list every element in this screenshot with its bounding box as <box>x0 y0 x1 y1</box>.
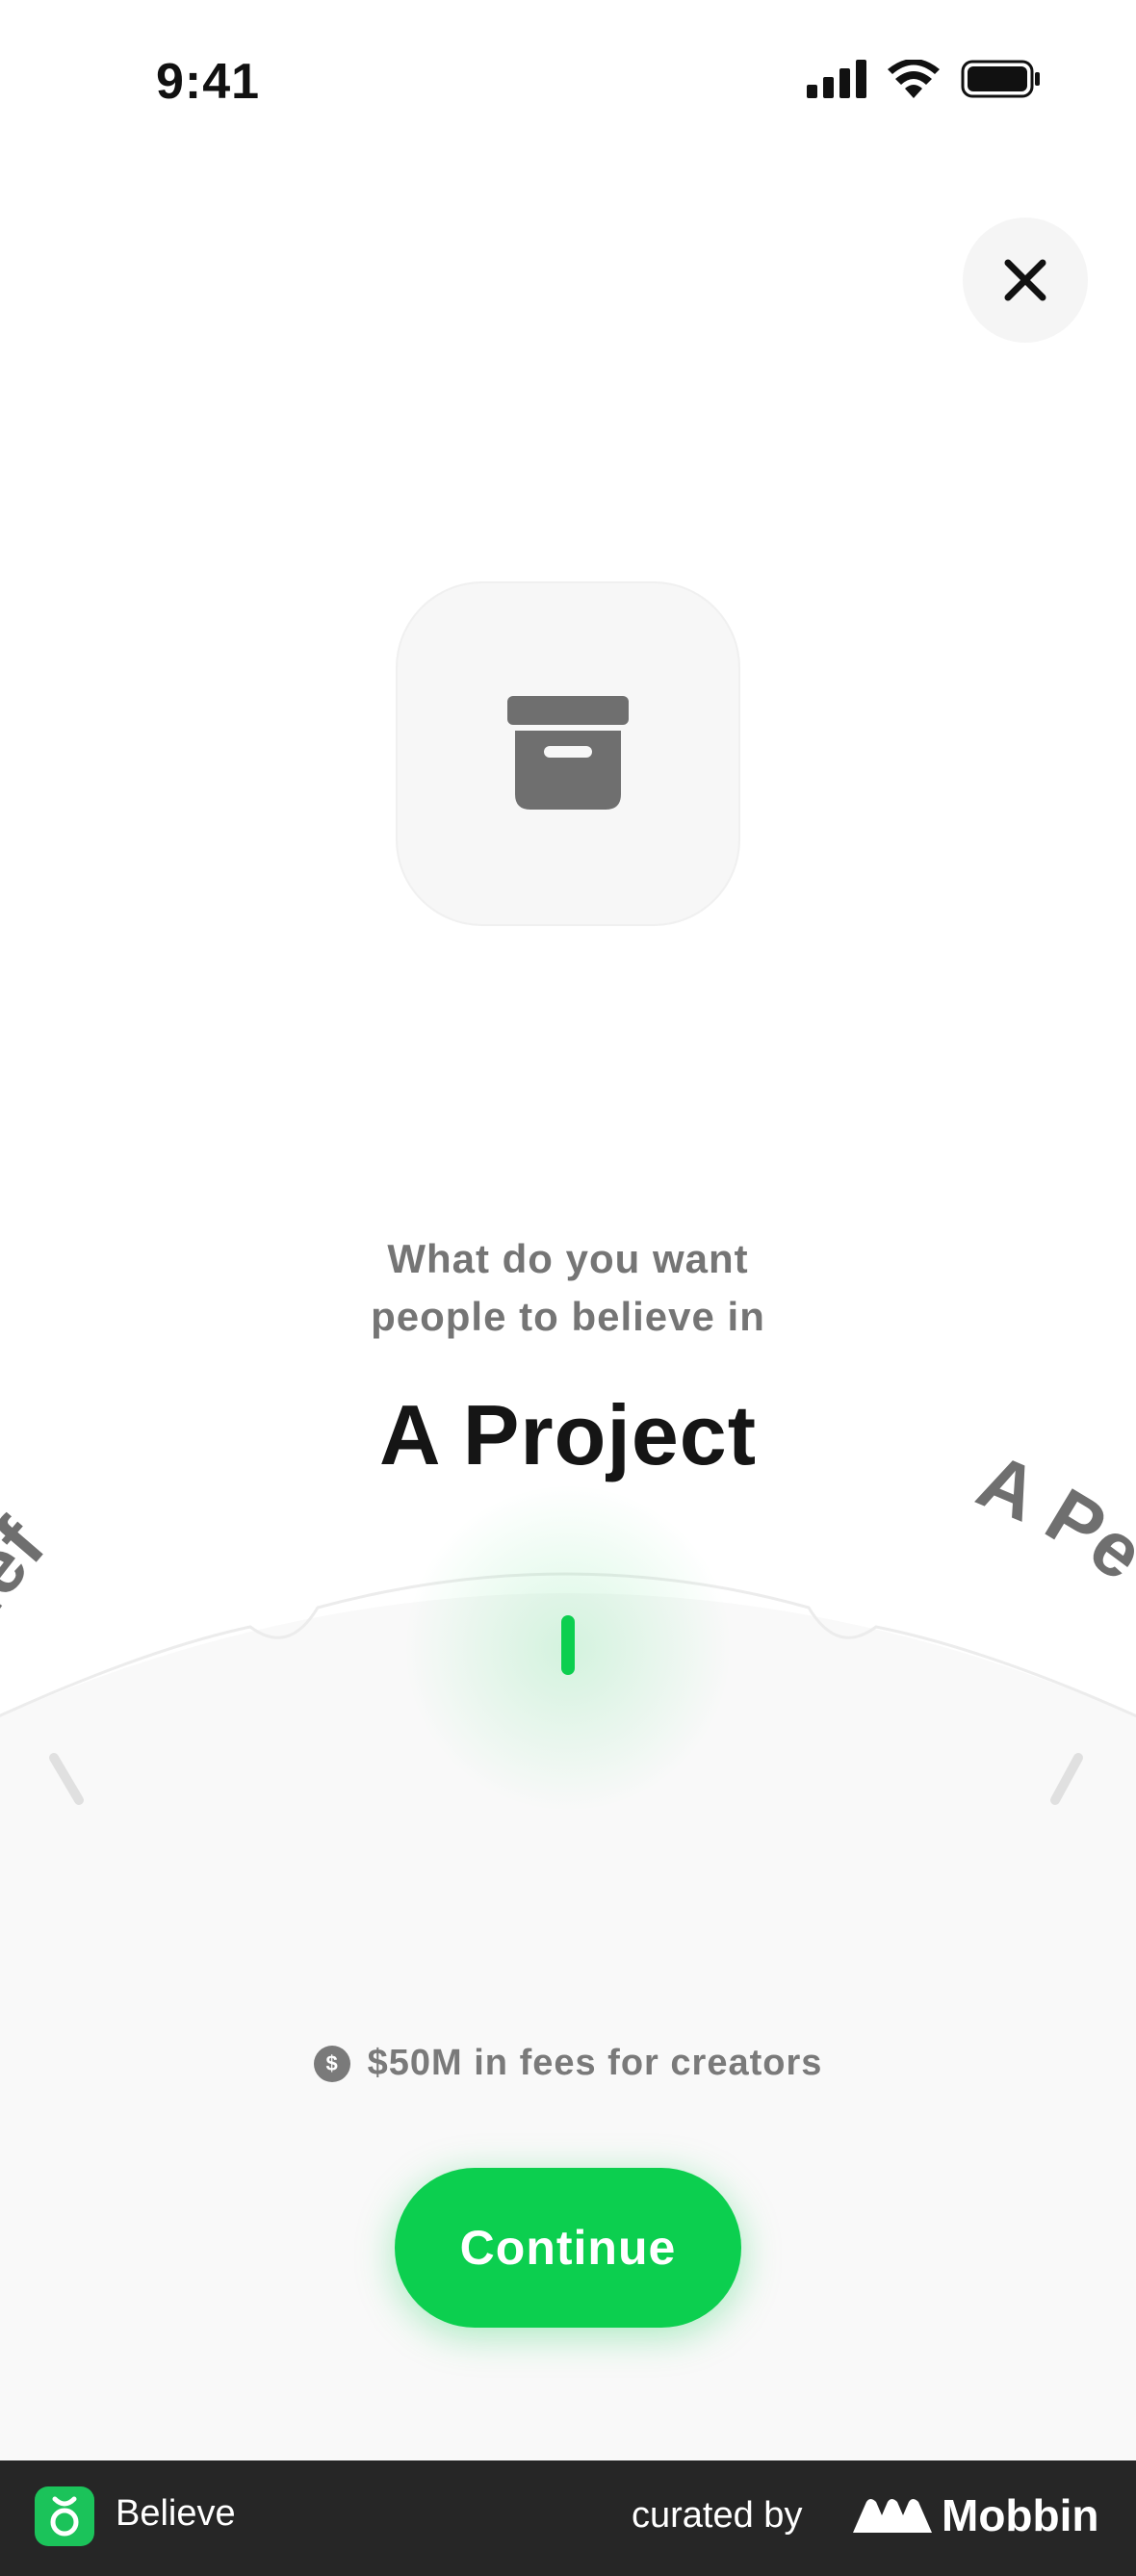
onboarding-screen: 9:41 What do you want people to believe … <box>0 0 1136 2576</box>
believe-app-icon <box>35 2486 94 2546</box>
mobbin-brand[interactable]: Mobbin <box>853 2489 1099 2541</box>
dollar-coin-icon: $ <box>313 2045 350 2082</box>
wheel-selected-option: A Project <box>378 1387 758 1482</box>
footer-curated-label: curated by <box>632 2495 803 2536</box>
wheel-option-left[interactable]: lief <box>0 1503 61 1645</box>
believe-logo-icon <box>50 2496 79 2537</box>
footer-app-name: Believe <box>116 2493 236 2534</box>
continue-button[interactable]: Continue <box>395 2168 741 2328</box>
fees-text: $50M in fees for creators <box>367 2043 823 2083</box>
fees-note: $ $50M in fees for creators <box>0 2043 1136 2084</box>
mobbin-brand-name: Mobbin <box>942 2490 1099 2540</box>
footer-bar: Believe curated by Mobbin <box>0 2460 1136 2576</box>
selection-indicator <box>561 1615 575 1675</box>
mobbin-logo-icon <box>853 2499 932 2533</box>
